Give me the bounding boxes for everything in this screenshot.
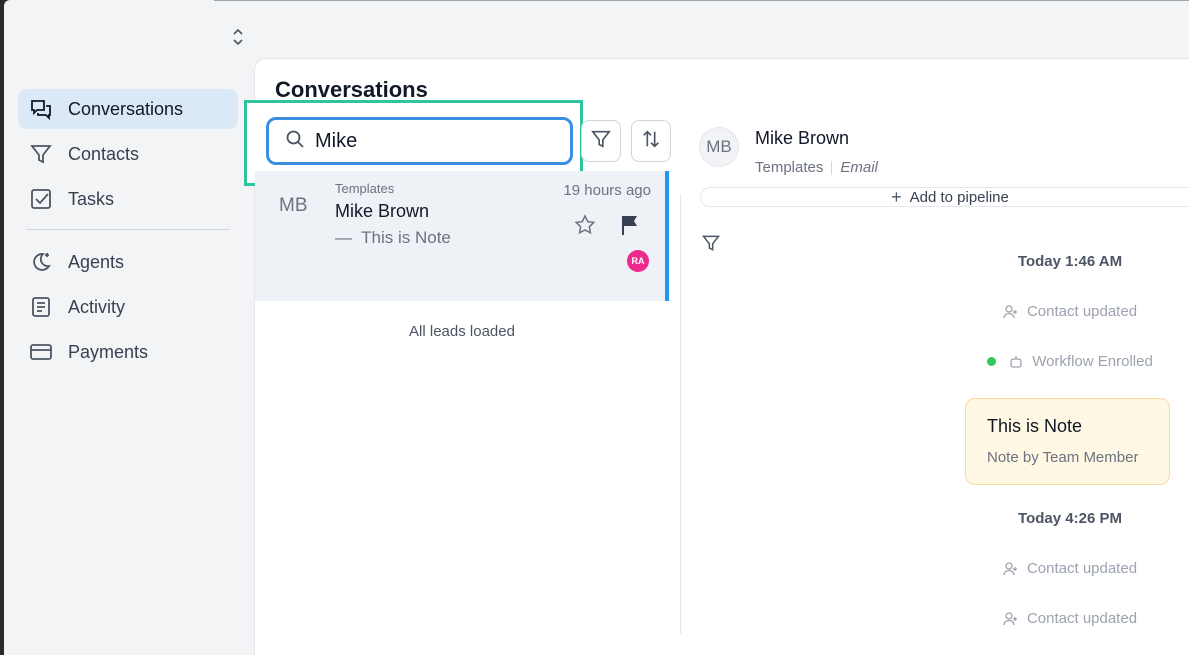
search-icon [285,129,305,154]
checkbox-icon [28,186,54,212]
timeline-date: Today 4:26 PM [1018,510,1122,527]
search-input[interactable] [315,129,535,153]
all-loaded-text: All leads loaded [409,323,515,340]
pane-divider [680,194,681,634]
flag-icon[interactable] [619,213,641,242]
sidebar-item-activity[interactable]: Activity [18,287,238,327]
app-window: Conversations Contacts Tasks Agents Acti… [4,0,1189,655]
timeline-event: Contact updated [965,560,1175,577]
sort-button[interactable] [631,120,671,162]
add-to-pipeline-button[interactable]: + Add to pipeline [700,187,1189,207]
filter-button[interactable] [581,120,621,162]
status-dot [987,357,997,366]
note-subtitle: Note by Team Member [987,449,1139,466]
user-plus-icon [1003,561,1019,577]
sort-arrows-icon [640,128,662,155]
avatar: MB [279,195,308,216]
sidebar-item-label: Payments [68,341,149,362]
sidebar-nav: Conversations Contacts Tasks Agents Acti… [18,89,238,377]
conversation-time: 19 hours ago [563,182,651,199]
conversations-icon [28,96,54,122]
main-panel: Conversations MB Templates Mike Brown — … [244,58,1189,655]
meta-separator [831,160,833,175]
selected-indicator [665,171,669,301]
timeline-filter-icon[interactable] [701,233,721,258]
add-to-pipeline-label: Add to pipeline [909,188,1009,206]
contact-avatar: MB [699,127,739,167]
sidebar-item-contacts[interactable]: Contacts [18,134,238,174]
card-icon [28,339,54,365]
filter-icon [28,141,54,167]
location-switcher-chevron-icon[interactable] [230,26,246,48]
note-title: This is Note [987,416,1083,436]
sidebar-item-label: Contacts [68,143,140,164]
conversation-name: Mike Brown [335,201,430,221]
sidebar-item-label: Conversations [68,98,184,119]
sidebar-item-payments[interactable]: Payments [18,332,238,372]
contact-meta: Templates Email [755,159,878,176]
user-plus-icon [1003,611,1019,627]
filter-icon [590,128,612,155]
timeline-event: Workflow Enrolled [965,353,1175,370]
conversation-list-item[interactable]: MB Templates Mike Brown — This is Note 1… [255,171,669,301]
preview-dash: — [335,228,352,247]
assignee-badge: RA [627,250,649,272]
sidebar-item-label: Activity [68,296,126,317]
sidebar-item-label: Tasks [68,188,115,209]
list-doc-icon [28,294,54,320]
timeline-event-text: Contact updated [1026,610,1138,627]
conversation-preview: — This is Note [335,228,451,248]
user-plus-icon [1003,304,1019,320]
sidebar-item-conversations[interactable]: Conversations [18,89,238,129]
top-divider [214,0,1189,1]
timeline-date: Today 1:46 AM [1017,253,1123,270]
timeline-event-text: Workflow Enrolled [1032,353,1153,370]
timeline-event-text: Contact updated [1026,303,1138,320]
contact-channel[interactable]: Email [840,159,878,176]
plus-icon: + [891,186,902,207]
timeline-event-text: Contact updated [1026,560,1138,577]
note-card[interactable]: This is Note Note by Team Member [965,398,1170,485]
star-icon[interactable] [573,213,597,242]
sidebar-item-label: Agents [68,251,125,272]
timeline-event: Contact updated [965,610,1175,627]
contact-name: Mike Brown [755,128,850,148]
sidebar-divider [26,229,230,230]
search-box[interactable] [266,117,573,165]
preview-text: This is Note [361,228,451,247]
conversation-source: Templates [335,181,395,196]
timeline-event: Contact updated [965,303,1175,320]
sidebar-item-tasks[interactable]: Tasks [18,179,238,219]
contact-source: Templates [755,159,824,176]
sidebar-item-agents[interactable]: Agents [18,242,238,282]
sparkle-moon-icon [28,249,54,275]
robot-icon [1008,354,1024,370]
